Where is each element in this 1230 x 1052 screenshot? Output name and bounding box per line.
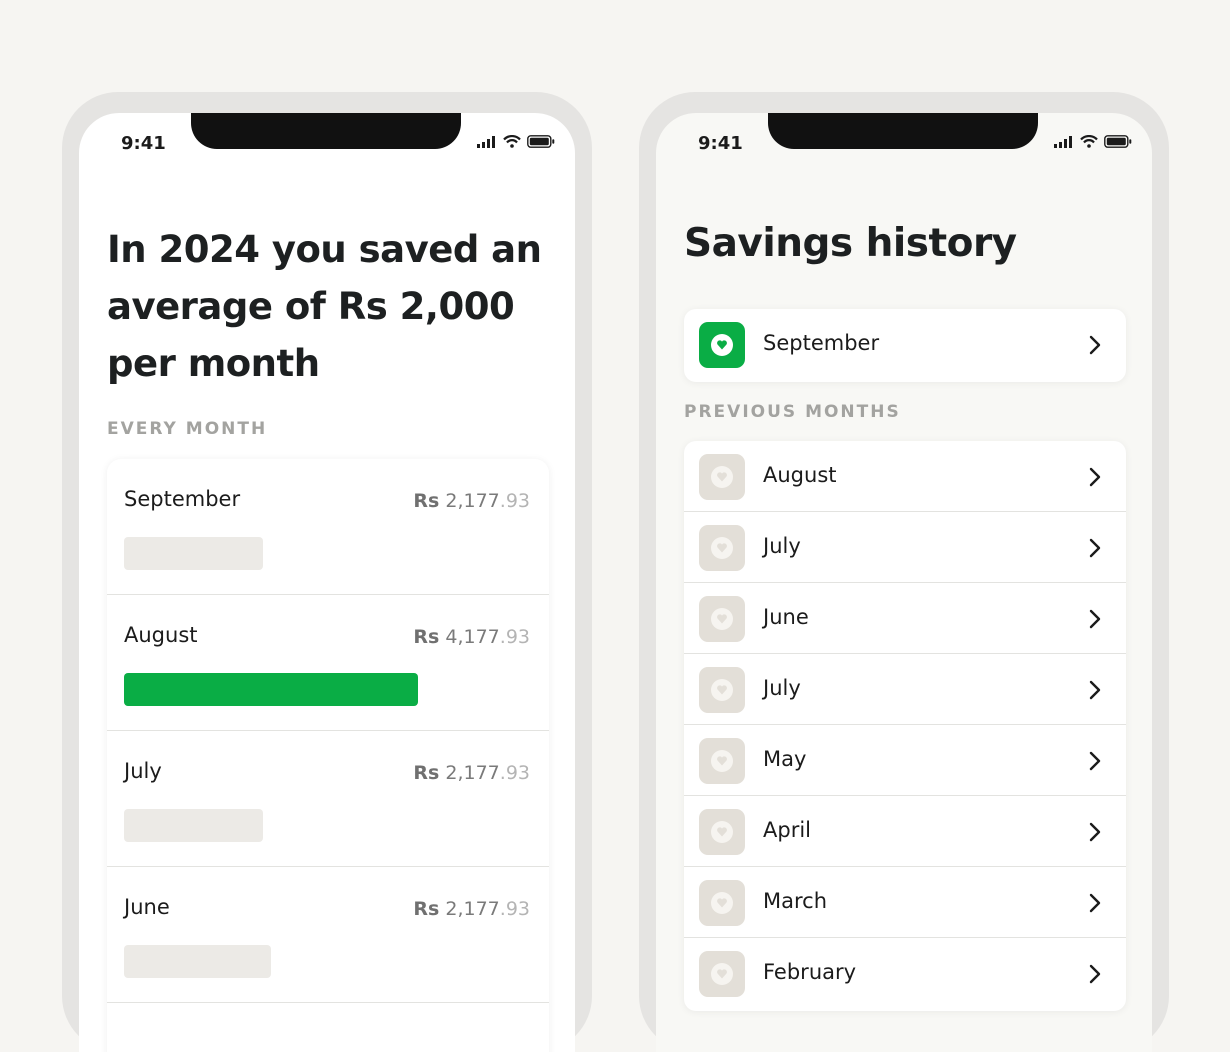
status-icons bbox=[1054, 135, 1132, 148]
month-name: September bbox=[124, 487, 241, 511]
history-row-label: May bbox=[763, 747, 807, 771]
savings-bar-fill bbox=[124, 537, 263, 570]
savings-bar-fill bbox=[124, 673, 418, 706]
savings-bar bbox=[124, 673, 544, 706]
month-amount: Rs 4,177.93 bbox=[413, 626, 530, 648]
currency: Rs bbox=[413, 490, 440, 512]
amount-whole: 2,177 bbox=[445, 762, 500, 784]
piggy-bank-icon bbox=[699, 322, 745, 368]
history-row-label: August bbox=[763, 463, 837, 487]
monthly-savings-list: September Rs 2,177.93 August Rs 4,177.93… bbox=[107, 459, 549, 1052]
signal-icon bbox=[477, 135, 495, 148]
amount-whole: 4,177 bbox=[445, 626, 500, 648]
chevron-right-icon bbox=[1089, 538, 1101, 558]
chevron-right-icon bbox=[1089, 335, 1101, 355]
piggy-bank-icon bbox=[699, 596, 745, 642]
savings-bar-fill bbox=[124, 945, 271, 978]
history-row[interactable]: February bbox=[684, 938, 1126, 1009]
history-row[interactable]: July bbox=[684, 654, 1126, 725]
history-row-label: April bbox=[763, 818, 811, 842]
savings-bar bbox=[124, 945, 544, 978]
chevron-right-icon bbox=[1089, 467, 1101, 487]
status-time: 9:41 bbox=[698, 133, 743, 154]
chevron-right-icon bbox=[1089, 609, 1101, 629]
month-row[interactable]: July Rs 2,177.93 bbox=[107, 731, 549, 867]
piggy-bank-icon bbox=[699, 667, 745, 713]
chevron-right-icon bbox=[1089, 964, 1101, 984]
amount-decimals: .93 bbox=[499, 762, 530, 784]
month-name: August bbox=[124, 623, 198, 647]
page-title: Savings history bbox=[684, 221, 1017, 266]
phone-frame-left: 9:41 In 2024 you saved an average of Rs … bbox=[62, 92, 592, 1052]
piggy-bank-icon bbox=[699, 809, 745, 855]
chevron-right-icon bbox=[1089, 893, 1101, 913]
current-month-card: September bbox=[684, 309, 1126, 382]
savings-headline: In 2024 you saved an average of Rs 2,000… bbox=[107, 228, 542, 385]
amount-whole: 2,177 bbox=[445, 898, 500, 920]
history-row-label: July bbox=[763, 534, 801, 558]
piggy-bank-icon bbox=[699, 951, 745, 997]
history-row[interactable]: July bbox=[684, 512, 1126, 583]
savings-summary-screen: 9:41 In 2024 you saved an average of Rs … bbox=[79, 113, 575, 1052]
section-label-every-month: EVERY MONTH bbox=[107, 419, 268, 439]
currency: Rs bbox=[413, 762, 440, 784]
wifi-icon bbox=[503, 135, 521, 148]
history-row[interactable]: August bbox=[684, 441, 1126, 512]
history-row-label: June bbox=[763, 605, 809, 629]
piggy-bank-icon bbox=[699, 525, 745, 571]
month-row[interactable]: August Rs 4,177.93 bbox=[107, 595, 549, 731]
savings-bar bbox=[124, 809, 544, 842]
savings-bar bbox=[124, 537, 544, 570]
month-amount: Rs 2,177.93 bbox=[413, 762, 530, 784]
status-time: 9:41 bbox=[121, 133, 166, 154]
history-row-label: September bbox=[763, 331, 880, 355]
history-row-label: July bbox=[763, 676, 801, 700]
savings-bar-fill bbox=[124, 809, 263, 842]
chevron-right-icon bbox=[1089, 822, 1101, 842]
history-row[interactable]: June bbox=[684, 583, 1126, 654]
piggy-bank-icon bbox=[699, 738, 745, 784]
history-row[interactable]: March bbox=[684, 867, 1126, 938]
piggy-bank-icon bbox=[699, 454, 745, 500]
amount-decimals: .93 bbox=[499, 898, 530, 920]
month-name: June bbox=[124, 895, 170, 919]
savings-history-screen: 9:41 Savings history September PREVIOUS … bbox=[656, 113, 1152, 1052]
signal-icon bbox=[1054, 135, 1072, 148]
notch bbox=[768, 113, 1038, 149]
history-row-current[interactable]: September bbox=[684, 309, 1126, 382]
history-row-label: February bbox=[763, 960, 857, 984]
history-row[interactable]: May bbox=[684, 725, 1126, 796]
status-icons bbox=[477, 135, 555, 148]
phone-frame-right: 9:41 Savings history September PREVIOUS … bbox=[639, 92, 1169, 1052]
currency: Rs bbox=[413, 898, 440, 920]
chevron-right-icon bbox=[1089, 751, 1101, 771]
previous-months-list: August July June July May April March Fe… bbox=[684, 441, 1126, 1011]
battery-icon bbox=[1104, 135, 1132, 148]
amount-decimals: .93 bbox=[499, 626, 530, 648]
battery-icon bbox=[527, 135, 555, 148]
history-row-label: March bbox=[763, 889, 828, 913]
wifi-icon bbox=[1080, 135, 1098, 148]
month-row[interactable]: June Rs 2,177.93 bbox=[107, 867, 549, 1003]
currency: Rs bbox=[413, 626, 440, 648]
history-row[interactable]: April bbox=[684, 796, 1126, 867]
amount-decimals: .93 bbox=[499, 490, 530, 512]
chevron-right-icon bbox=[1089, 680, 1101, 700]
month-row[interactable]: September Rs 2,177.93 bbox=[107, 459, 549, 595]
month-amount: Rs 2,177.93 bbox=[413, 898, 530, 920]
amount-whole: 2,177 bbox=[445, 490, 500, 512]
notch bbox=[191, 113, 461, 149]
month-amount: Rs 2,177.93 bbox=[413, 490, 530, 512]
month-name: July bbox=[124, 759, 162, 783]
piggy-bank-icon bbox=[699, 880, 745, 926]
section-label-previous-months: PREVIOUS MONTHS bbox=[684, 402, 901, 422]
